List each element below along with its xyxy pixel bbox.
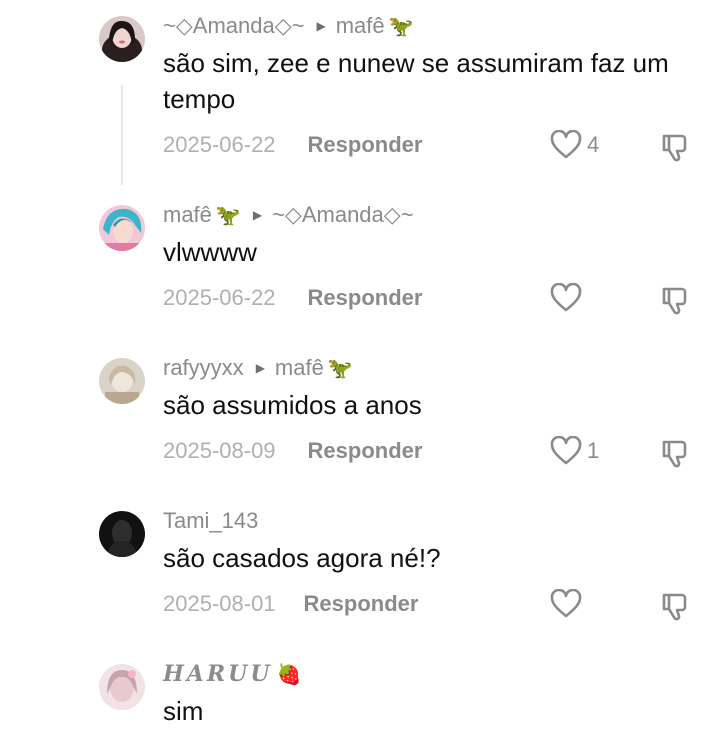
reply-button[interactable]: Responder (304, 591, 419, 617)
like-count: 4 (587, 132, 600, 157)
comment-meta: 2025-06-22 Responder (163, 130, 422, 160)
comment-date: 2025-08-09 (163, 438, 276, 463)
comment-meta: 2025-08-01 Responder (163, 589, 418, 619)
comment-header: ~◇Amanda◇~ ▶ mafê 🦖 (163, 12, 414, 40)
like-button[interactable] (550, 282, 582, 314)
dislike-button[interactable] (660, 437, 692, 469)
avatar[interactable] (99, 358, 145, 404)
comment-text: sim (163, 696, 204, 726)
heart-outline-icon (550, 130, 582, 159)
author-name[interactable]: rafyyyxx (163, 355, 244, 381)
avatar[interactable] (99, 205, 145, 251)
comment-meta: 2025-06-22 Responder (163, 283, 422, 313)
comment-text: são sim, zee e nunew se assumiram faz um… (163, 48, 669, 114)
comment-date: 2025-06-22 (163, 285, 276, 310)
avatar[interactable] (99, 511, 145, 557)
thumbs-down-icon (662, 134, 687, 162)
dislike-button[interactable] (660, 590, 692, 622)
like-count: 1 (587, 438, 600, 463)
comment-header: mafê 🦖 ▶ ~◇Amanda◇~ (163, 201, 414, 229)
dinosaur-icon: 🦖 (327, 357, 353, 380)
heart-outline-icon (550, 589, 582, 618)
author-name[interactable]: ~◇Amanda◇~ (163, 13, 304, 39)
avatar[interactable] (99, 16, 145, 62)
reply-to-name[interactable]: mafê (336, 13, 385, 39)
reply-button[interactable]: Responder (308, 285, 423, 311)
comment-header: rafyyyxx ▶ mafê 🦖 (163, 354, 353, 382)
dinosaur-icon: 🦖 (215, 204, 241, 227)
reply-to-name[interactable]: ~◇Amanda◇~ (272, 202, 413, 228)
comment-text: vlwwww (163, 237, 257, 267)
comment-meta: 2025-08-09 Responder (163, 436, 422, 466)
comment-text: são casados agora né!? (163, 543, 441, 573)
like-button[interactable]: 4 (550, 129, 599, 161)
thumbs-down-icon (662, 287, 687, 315)
comment-header: Tami_143 (163, 507, 258, 535)
heart-outline-icon (550, 283, 582, 312)
like-button[interactable] (550, 588, 582, 620)
play-triangle-icon: ▶ (316, 19, 326, 33)
reply-button[interactable]: Responder (308, 438, 423, 464)
play-triangle-icon: ▶ (255, 361, 265, 375)
thumbs-down-icon (662, 440, 687, 468)
reply-thread-line (121, 85, 123, 185)
comment-date: 2025-06-22 (163, 132, 276, 157)
strawberry-icon: 🍓 (276, 663, 302, 686)
author-name[interactable]: HARUU (163, 661, 273, 687)
heart-outline-icon (550, 436, 582, 465)
play-triangle-icon: ▶ (252, 208, 263, 222)
reply-button[interactable]: Responder (308, 132, 423, 158)
dinosaur-icon: 🦖 (388, 15, 414, 38)
reply-to-name[interactable]: mafê (275, 355, 324, 381)
author-name[interactable]: Tami_143 (163, 508, 258, 534)
like-button[interactable]: 1 (550, 435, 599, 467)
comment-date: 2025-08-01 (163, 591, 276, 616)
dislike-button[interactable] (660, 131, 692, 163)
comment-text: são assumidos a anos (163, 390, 422, 420)
avatar[interactable] (99, 664, 145, 710)
thumbs-down-icon (662, 593, 687, 621)
comment-header: HARUU 🍓 (163, 660, 301, 688)
author-name[interactable]: mafê (163, 202, 212, 228)
dislike-button[interactable] (660, 284, 692, 316)
